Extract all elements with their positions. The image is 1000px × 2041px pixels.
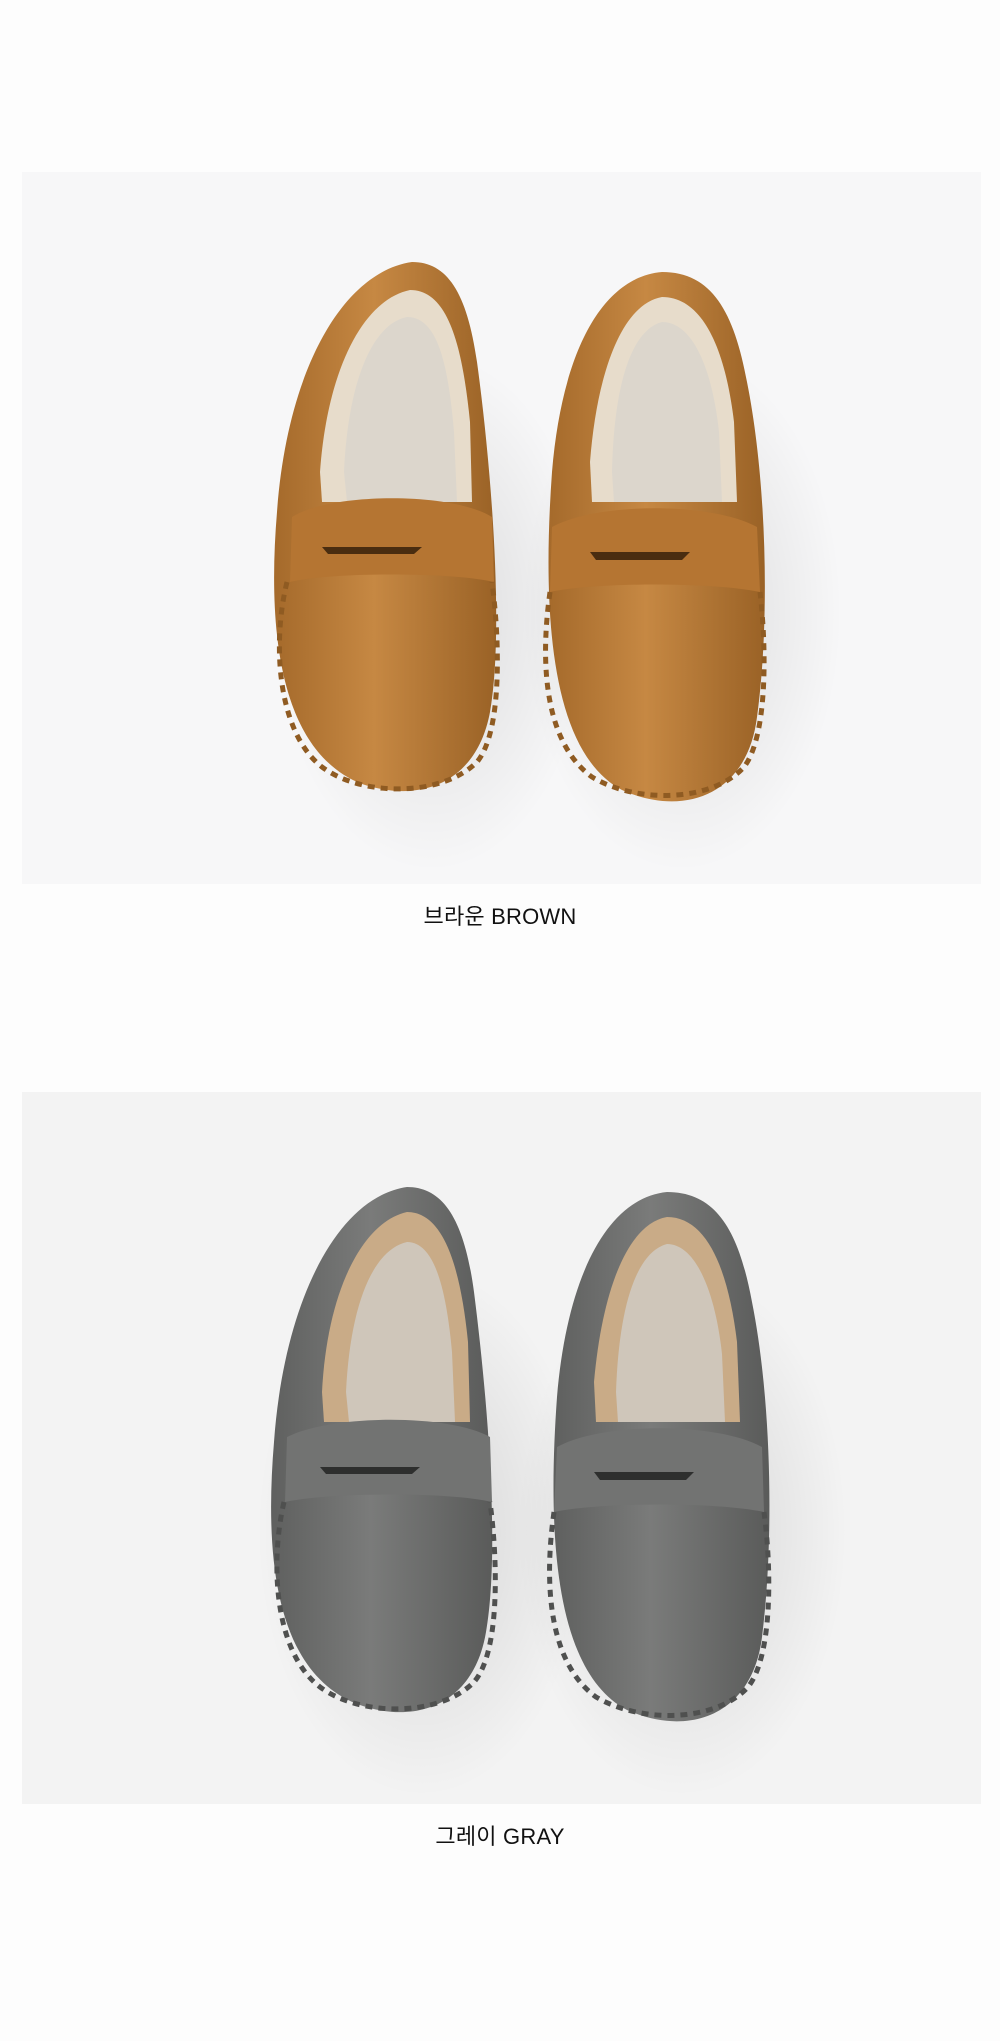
brown-loafers-image <box>272 262 842 872</box>
left-shoe-brown <box>274 262 500 792</box>
product-caption-gray: 그레이 GRAY <box>435 1824 565 1849</box>
left-shoe-gray <box>271 1187 498 1713</box>
product-caption-brown: 브라운 BROWN <box>423 904 577 929</box>
product-photo-gray <box>22 1092 981 1804</box>
right-shoe-brown <box>543 272 767 802</box>
right-shoe-gray <box>547 1192 772 1722</box>
gray-loafers-image <box>257 1187 847 1797</box>
product-photo-brown <box>22 172 981 884</box>
